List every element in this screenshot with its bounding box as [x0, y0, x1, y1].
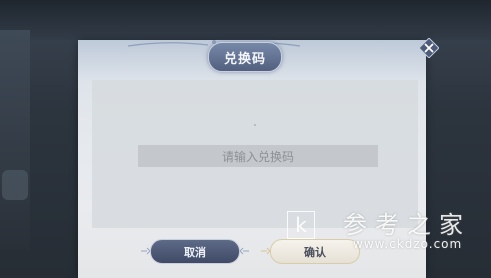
- watermark-logo-letter: k: [295, 213, 307, 237]
- dialog-title: 兑换码: [223, 51, 266, 67]
- redeem-code-input[interactable]: 请输入兑换码: [138, 145, 378, 167]
- watermark-name: 参考之家: [343, 211, 471, 239]
- cancel-right-deco-icon: [239, 247, 249, 255]
- dialog-title-plate: 兑换码: [208, 42, 282, 72]
- redeem-code-placeholder: 请输入兑换码: [221, 149, 294, 164]
- background-top-band: [0, 0, 491, 40]
- confirm-button[interactable]: 确认: [270, 239, 360, 264]
- watermark-url: www.ckdzo.com: [353, 237, 463, 251]
- close-icon[interactable]: [419, 38, 439, 58]
- background-left-element: [2, 170, 28, 200]
- background-left-panel: [0, 30, 30, 250]
- decorative-dot: [254, 124, 256, 126]
- cancel-button[interactable]: 取消: [150, 239, 240, 264]
- watermark-logo: k: [287, 211, 315, 239]
- confirm-button-label: 确认: [304, 245, 326, 259]
- cancel-button-label: 取消: [184, 245, 206, 259]
